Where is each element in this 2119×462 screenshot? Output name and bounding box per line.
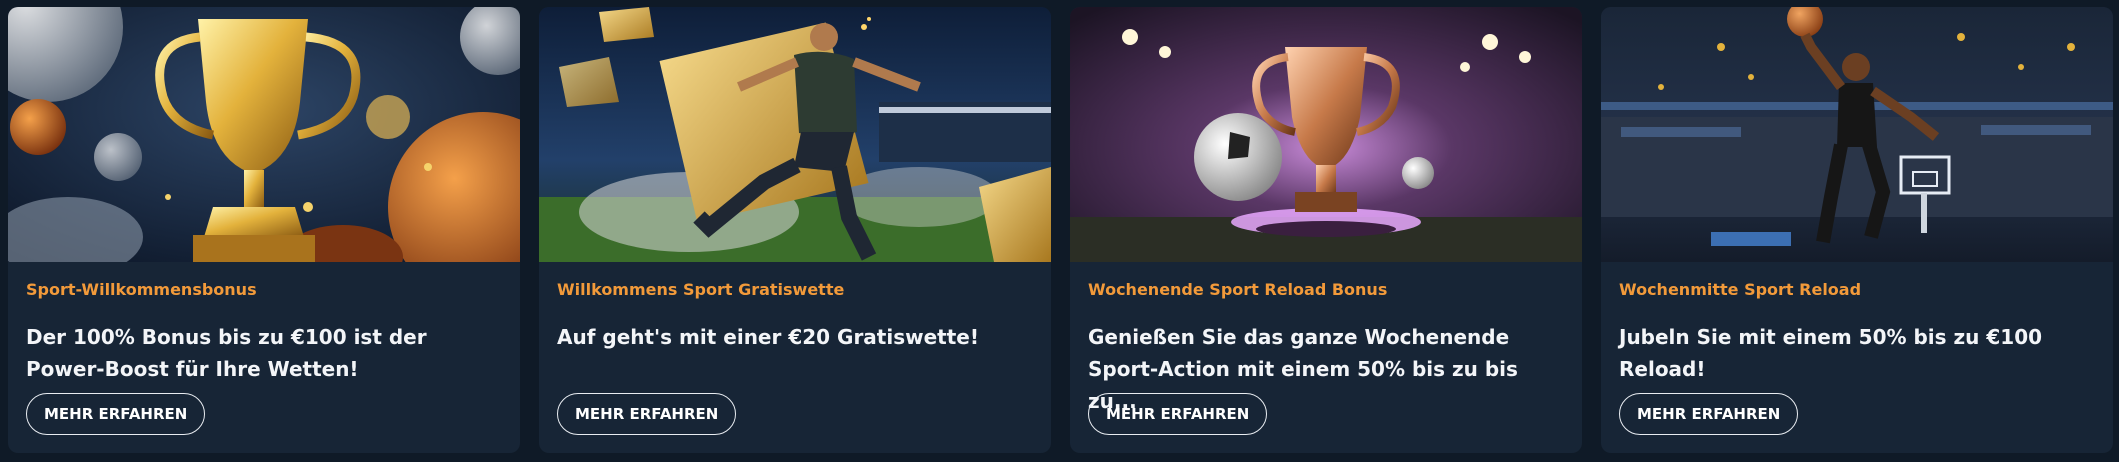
promo-card-weekend-reload-bonus[interactable]: Wochenende Sport Reload Bonus Genießen S… <box>1070 7 1582 453</box>
promo-description: Jubeln Sie mit einem 50% bis zu €100 Rel… <box>1619 325 2043 381</box>
learn-more-button[interactable]: MEHR ERFAHREN <box>1619 393 1799 435</box>
learn-more-button[interactable]: MEHR ERFAHREN <box>557 393 737 435</box>
promo-image-basketball-player[interactable] <box>1601 7 2113 262</box>
trophy-illustration <box>8 7 520 262</box>
promo-image-trophy[interactable] <box>8 7 520 262</box>
promo-card-midweek-reload[interactable]: Wochenmitte Sport Reload Jubeln Sie mit … <box>1601 7 2113 453</box>
promo-image-stadium-trophy[interactable] <box>1070 7 1582 262</box>
soccer-player-illustration <box>539 7 1051 262</box>
promo-card-welcome-free-bet[interactable]: Willkommens Sport Gratiswette Auf geht's… <box>539 7 1051 453</box>
promo-category: Willkommens Sport Gratiswette <box>557 280 845 299</box>
promo-category: Wochenende Sport Reload Bonus <box>1088 280 1388 299</box>
stadium-trophy-illustration <box>1070 7 1582 262</box>
promo-category: Sport-Willkommensbonus <box>26 280 257 299</box>
promo-image-soccer-player[interactable] <box>539 7 1051 262</box>
promo-category: Wochenmitte Sport Reload <box>1619 280 1862 299</box>
promo-description: Auf geht's mit einer €20 Gratiswette! <box>557 325 979 349</box>
promotions-row: Sport-Willkommensbonus Der 100% Bonus bi… <box>0 0 2119 462</box>
promo-card-sport-welcome-bonus[interactable]: Sport-Willkommensbonus Der 100% Bonus bi… <box>8 7 520 453</box>
basketball-player-illustration <box>1601 7 2113 262</box>
learn-more-button[interactable]: MEHR ERFAHREN <box>26 393 206 435</box>
learn-more-button[interactable]: MEHR ERFAHREN <box>1088 393 1268 435</box>
promo-description: Der 100% Bonus bis zu €100 ist der Power… <box>26 325 427 381</box>
